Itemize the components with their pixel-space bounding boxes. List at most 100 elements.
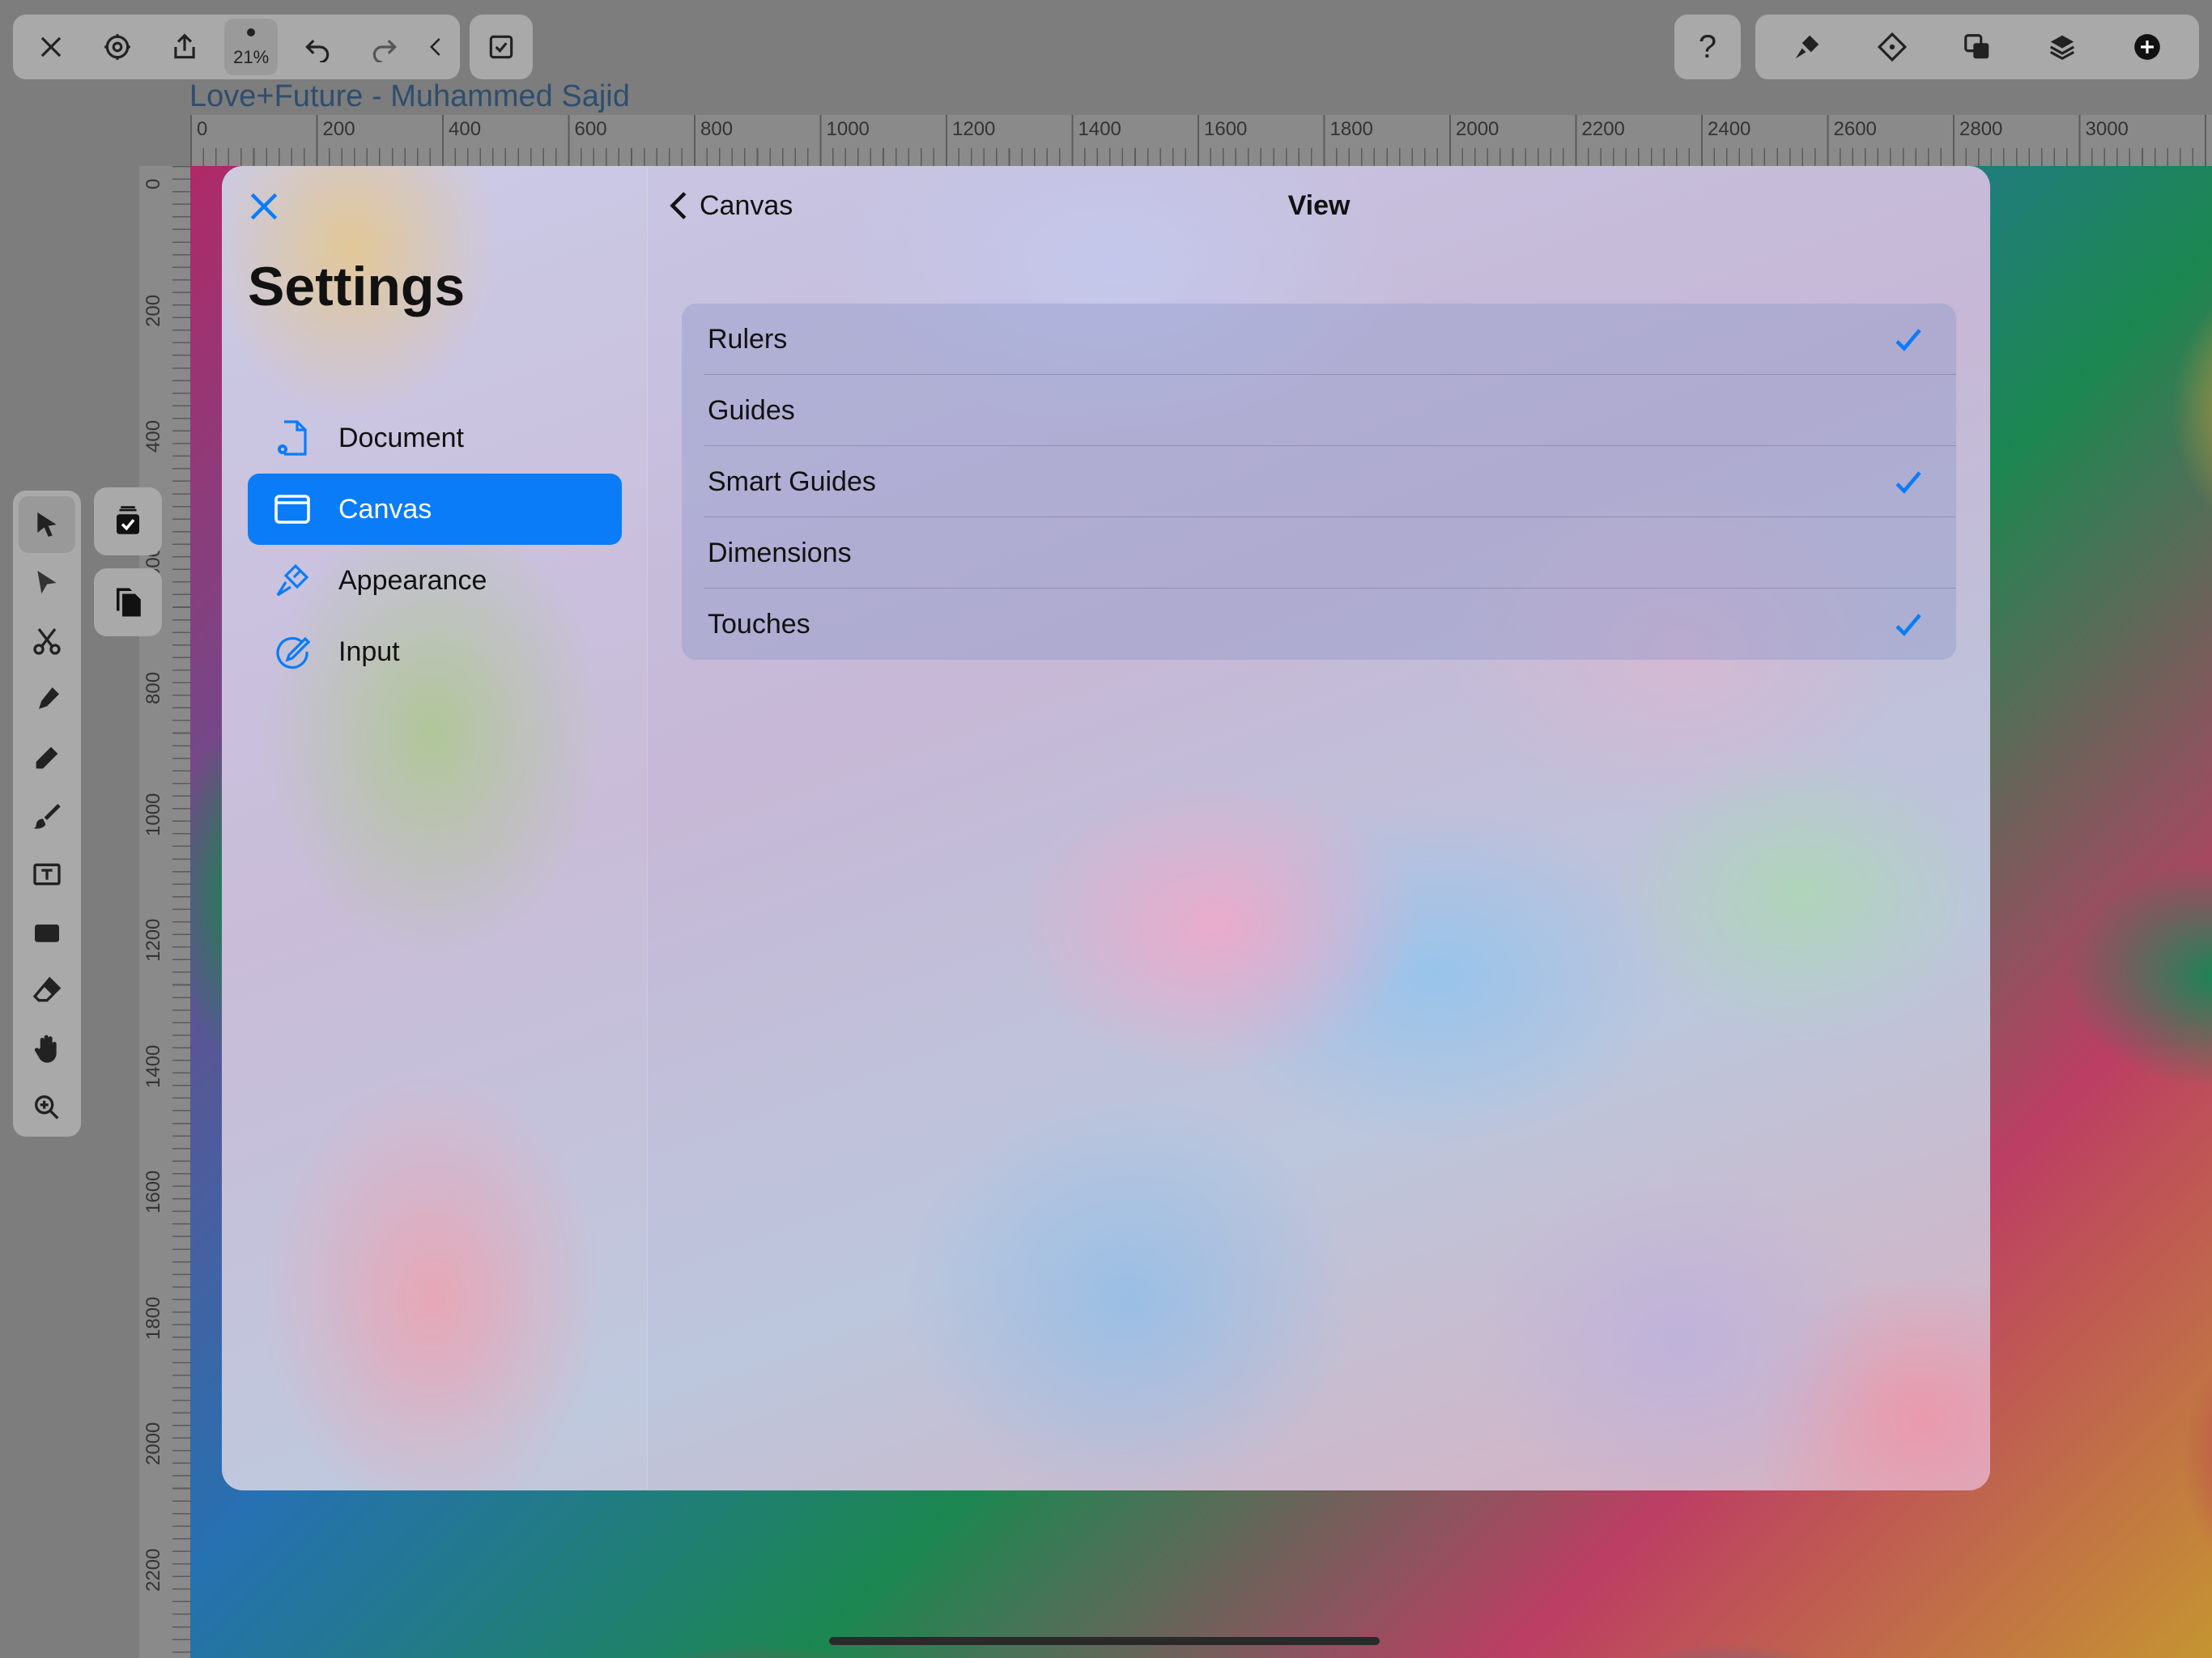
- ruler-tick-label: 200: [322, 118, 355, 140]
- option-label: Touches: [708, 608, 810, 640]
- scissors-tool[interactable]: [19, 613, 75, 670]
- pen-tool[interactable]: [19, 671, 75, 728]
- direct-selection-tool[interactable]: [19, 555, 75, 611]
- ruler-tick-label: 2600: [1833, 118, 1877, 140]
- nav-item-canvas[interactable]: Canvas: [248, 474, 622, 545]
- ruler-tick-label: 3000: [2085, 118, 2129, 140]
- horizontal-ruler: 0 200 400 600 800 1000 1200 1400 1600 1800 2000 220…: [190, 115, 2212, 166]
- document-title[interactable]: Love+Future - Muhammed Sajid: [189, 79, 630, 114]
- nav-label: Input: [338, 636, 400, 667]
- document-gear-icon: [272, 418, 313, 458]
- ruler-tick-label: 2200: [143, 1548, 164, 1592]
- paintbrush-icon: [33, 804, 61, 829]
- ruler-tick-label: 1400: [143, 1044, 164, 1088]
- share-button[interactable]: [158, 19, 211, 75]
- option-dimensions[interactable]: Dimensions: [682, 517, 1956, 589]
- ruler-tick-label: 400: [143, 419, 164, 453]
- eraser-tool[interactable]: [19, 963, 75, 1019]
- view-options-list: Rulers Guides Smart Guides Dimensions To…: [682, 304, 1956, 660]
- help-toolbar: ?: [1674, 15, 1741, 79]
- detail-title: View: [1287, 190, 1351, 221]
- brush-icon: [1796, 35, 1819, 59]
- ruler-tick-label: 1400: [1078, 118, 1121, 140]
- document-settings-button[interactable]: [91, 19, 144, 75]
- close-settings-button[interactable]: [246, 189, 288, 231]
- style-button[interactable]: [1779, 19, 1836, 75]
- option-guides[interactable]: Guides: [682, 375, 1956, 446]
- ruler-tick-label: 1800: [1329, 118, 1373, 140]
- text-tool[interactable]: [19, 846, 75, 903]
- ruler-tick-label: 1800: [143, 1296, 164, 1340]
- ruler-tick-label: 200: [143, 294, 164, 327]
- ruler-tick-label: 600: [574, 118, 607, 140]
- arrow-cursor-icon: [37, 512, 57, 537]
- nav-item-input[interactable]: Input: [248, 616, 622, 687]
- selection-toolbar: [470, 15, 533, 79]
- shape-tool[interactable]: [19, 904, 75, 961]
- scissors-icon: [33, 627, 61, 655]
- layers-button[interactable]: [2034, 19, 2091, 75]
- checkmark-icon: [1895, 471, 1921, 494]
- hollow-arrow-icon: [37, 571, 57, 594]
- ruler-tick-label: 1600: [1204, 118, 1248, 140]
- option-rulers[interactable]: Rulers: [682, 304, 1956, 375]
- ruler-tick-label: 1200: [143, 918, 164, 962]
- settings-sidebar: Settings Document Canvas Appearance Inpu…: [222, 166, 648, 1490]
- overlap-squares-icon: [1964, 34, 1989, 59]
- home-indicator[interactable]: [829, 1637, 1380, 1645]
- pencil-circle-icon: [272, 631, 313, 672]
- selection-tool[interactable]: [19, 496, 75, 553]
- magnifier-icon: [35, 1095, 59, 1120]
- pen-nib-icon: [39, 687, 59, 709]
- brush-tool[interactable]: [19, 788, 75, 844]
- gear-icon: [104, 34, 131, 60]
- close-document-button[interactable]: [24, 19, 78, 75]
- ruler-tick-label: 0: [143, 178, 164, 189]
- help-button[interactable]: ?: [1679, 19, 1736, 75]
- nav-item-document[interactable]: Document: [248, 402, 622, 474]
- add-button[interactable]: [2119, 19, 2176, 75]
- settings-nav: Document Canvas Appearance Input: [248, 402, 622, 687]
- ruler-tick-label: 2200: [1581, 118, 1625, 140]
- selection-stack-button[interactable]: [94, 487, 162, 555]
- pencil-tool[interactable]: [19, 729, 75, 786]
- settings-title: Settings: [248, 256, 466, 317]
- ruler-tick-label: 800: [143, 671, 164, 704]
- redo-button[interactable]: [358, 19, 411, 75]
- hand-icon: [34, 1035, 57, 1063]
- path-button[interactable]: [1864, 19, 1921, 75]
- option-smart-guides[interactable]: Smart Guides: [682, 446, 1956, 517]
- zoom-indicator-dot: [247, 28, 256, 36]
- ruler-tick-label: 2000: [143, 1422, 164, 1465]
- arrange-button[interactable]: [1949, 19, 2006, 75]
- close-icon: [40, 36, 62, 57]
- option-touches[interactable]: Touches: [682, 589, 1956, 660]
- ruler-tick-label: 1000: [143, 793, 164, 836]
- collapse-toolbar-button[interactable]: [424, 19, 449, 75]
- vertical-ruler: 0 200 400 600 800 1000 1200 1400 1600 1800 2000 220…: [139, 166, 190, 1658]
- question-mark-icon: ?: [1698, 28, 1717, 65]
- text-box-icon: [33, 863, 61, 886]
- checkmark-icon: [1895, 614, 1921, 636]
- inspector-toolbar: [1755, 15, 2199, 79]
- select-mode-button[interactable]: [473, 19, 530, 75]
- duplicate-button[interactable]: [94, 568, 162, 636]
- option-label: Smart Guides: [708, 466, 876, 497]
- chevron-left-icon: [429, 38, 440, 56]
- zoom-button[interactable]: 21%: [223, 19, 279, 75]
- checkbox-icon: [489, 35, 513, 59]
- ruler-tick-label: 2000: [1456, 118, 1499, 140]
- nav-label: Document: [338, 422, 464, 453]
- rectangle-icon: [35, 925, 59, 942]
- zoom-tool[interactable]: [19, 1079, 75, 1136]
- undo-button[interactable]: [291, 19, 344, 75]
- hand-tool[interactable]: [19, 1021, 75, 1078]
- brush-icon: [272, 560, 313, 601]
- option-label: Guides: [708, 394, 795, 426]
- ruler-tick-label: 800: [700, 118, 734, 140]
- nav-label: Canvas: [338, 493, 432, 525]
- nav-item-appearance[interactable]: Appearance: [248, 545, 622, 616]
- checkmark-icon: [1895, 329, 1921, 351]
- detail-header: Canvas View: [648, 166, 1990, 247]
- redo-icon: [372, 39, 397, 62]
